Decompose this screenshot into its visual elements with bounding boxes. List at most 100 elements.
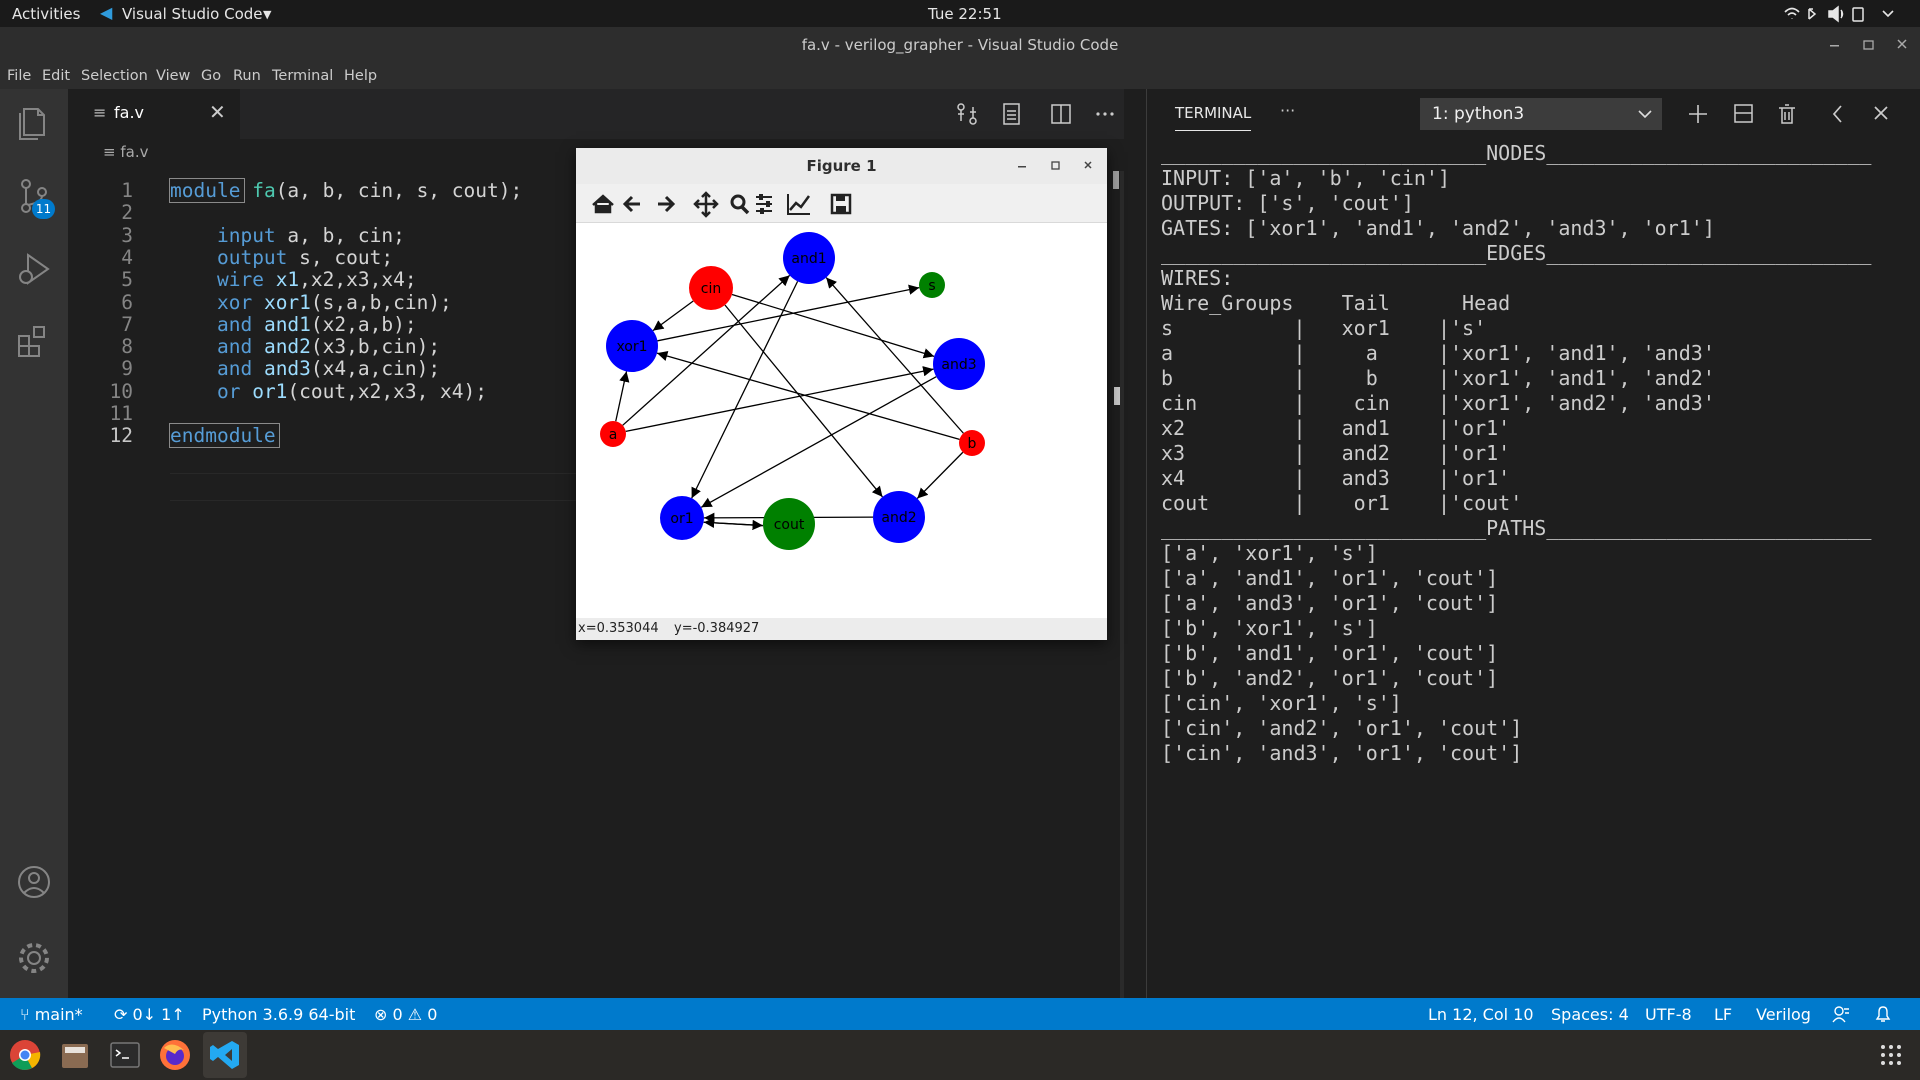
overview-ruler-cursor [1114, 387, 1120, 405]
notifications-bell-icon[interactable] [1875, 1006, 1891, 1022]
terminal-select[interactable]: 1: python3 [1420, 98, 1662, 130]
system-top-bar: Activities ◀ Visual Studio Code ▼ Tue 22… [0, 0, 1920, 27]
graph-node-label: and3 [941, 357, 976, 373]
file-lines-icon: ≡ [103, 143, 121, 161]
graph-edge-and1-or1 [691, 281, 799, 499]
split-editor-icon[interactable] [1051, 104, 1071, 124]
activity-bar: 11 [0, 89, 68, 998]
edit-axes-icon[interactable] [787, 194, 811, 215]
home-icon[interactable] [592, 194, 614, 214]
language-mode[interactable]: Verilog [1756, 1005, 1811, 1024]
pan-move-icon[interactable] [693, 191, 719, 218]
terminal-app-icon[interactable] [108, 1038, 142, 1072]
terminal-select-value: 1: python3 [1432, 104, 1525, 124]
sync-icon: ⟳ [114, 1005, 133, 1024]
new-terminal-icon[interactable] [1689, 105, 1707, 123]
menu-selection[interactable]: Selection [81, 68, 148, 84]
back-arrow-icon[interactable] [622, 195, 640, 213]
app-menu-label[interactable]: Visual Studio Code [122, 5, 263, 23]
breadcrumb[interactable]: ≡ fa.v [103, 143, 148, 161]
terminal-line: cout | or1 |'cout' [1161, 491, 1523, 515]
graph-node-label: b [968, 436, 977, 452]
active-tab-underline [1175, 130, 1251, 131]
system-tray-icons[interactable] [1783, 5, 1911, 23]
close-panel-icon[interactable] [1874, 106, 1888, 120]
figure-toolbar [576, 184, 1107, 223]
problems-indicator[interactable]: ⊗ 0 ⚠ 0 [374, 1005, 437, 1024]
figure-window-controls [1018, 161, 1092, 170]
firefox-icon[interactable] [158, 1038, 192, 1072]
end-of-line[interactable]: LF [1714, 1005, 1732, 1024]
vscode-dock-icon[interactable] [208, 1038, 242, 1072]
close-tab-icon[interactable]: ✕ [209, 100, 226, 124]
network-graph[interactable]: and1 s cin xor1 and3 a b or1 cout and2 [576, 222, 1107, 618]
system-menu-chevron-icon [1882, 10, 1894, 18]
kill-terminal-icon[interactable] [1779, 104, 1795, 124]
open-preview-icon[interactable] [1003, 103, 1020, 125]
split-terminal-icon[interactable] [1734, 104, 1753, 123]
zoom-icon[interactable] [730, 194, 750, 215]
graph-node-cin: cin [689, 266, 733, 310]
tab-fa-v[interactable]: ≡ fa.v ✕ [68, 89, 240, 139]
figure-status-bar: x=0.353044 y=-0.384927 [576, 618, 1107, 640]
chevron-left-icon[interactable] [1832, 105, 1842, 123]
terminal-line: ['cin', 'and2', 'or1', 'cout'] [1161, 716, 1523, 740]
graph-edge-and3-or1 [700, 376, 937, 508]
editor-scrollbar[interactable] [1120, 171, 1124, 998]
warning-icon: ⚠ [402, 1005, 428, 1024]
open-changes-icon[interactable] [957, 103, 977, 125]
figure-maximize-icon[interactable] [1051, 161, 1060, 170]
figure-title-bar[interactable]: Figure 1 [576, 148, 1107, 184]
sync-indicator[interactable]: ⟳ 0↓ 1↑ [114, 1005, 185, 1024]
settings-gear-icon[interactable] [14, 938, 54, 978]
figure-window[interactable]: Figure 1 and1 s cin xor1 and3 a b or1 cout and2 x… [576, 148, 1107, 640]
terminal-line: b | b |'xor1', 'and1', 'and2' [1161, 366, 1715, 390]
warning-count: 0 [427, 1005, 438, 1024]
explorer-icon[interactable] [14, 101, 54, 141]
files-icon[interactable] [58, 1038, 92, 1072]
accounts-icon[interactable] [14, 862, 54, 902]
taskbar-dock [0, 1030, 1920, 1080]
encoding[interactable]: UTF-8 [1645, 1005, 1692, 1024]
wifi-icon [1784, 7, 1800, 19]
minimap-slider[interactable] [1113, 171, 1119, 189]
cursor-x-readout: x=0.353044 [578, 621, 659, 636]
forward-arrow-icon[interactable] [658, 195, 676, 213]
extensions-icon[interactable] [14, 321, 54, 361]
chrome-icon[interactable] [8, 1038, 42, 1072]
menu-file[interactable]: File [7, 68, 31, 84]
graph-node-s: s [919, 272, 945, 298]
sync-counts: 0↓ 1↑ [132, 1005, 185, 1024]
more-actions-icon[interactable] [1096, 112, 1114, 116]
terminal-line: GATES: ['xor1', 'and1', 'and2', 'and3', … [1161, 216, 1715, 240]
figure-minimize-icon[interactable] [1018, 166, 1026, 168]
tab-terminal[interactable]: TERMINAL [1175, 104, 1251, 122]
menu-terminal[interactable]: Terminal [272, 68, 333, 84]
activities-button[interactable]: Activities [12, 5, 80, 23]
python-interpreter[interactable]: Python 3.6.9 64-bit [202, 1005, 355, 1024]
run-debug-icon[interactable] [14, 249, 54, 289]
menu-help[interactable]: Help [344, 68, 377, 84]
menu-edit[interactable]: Edit [42, 68, 70, 84]
figure-close-icon[interactable] [1084, 161, 1092, 169]
save-figure-icon[interactable] [830, 193, 852, 215]
graph-edge-cin-xor1 [652, 300, 694, 332]
feedback-icon[interactable] [1832, 1006, 1849, 1023]
cursor-position[interactable]: Ln 12, Col 10 [1428, 1005, 1534, 1024]
terminal-line: ['cin', 'xor1', 's'] [1161, 691, 1402, 715]
app-grid-icon[interactable] [1880, 1044, 1902, 1066]
window-title: fa.v - verilog_grapher - Visual Studio C… [801, 36, 1119, 54]
menu-view[interactable]: View [156, 68, 190, 84]
indentation[interactable]: Spaces: 4 [1551, 1005, 1629, 1024]
panel-more-icon[interactable]: ··· [1280, 101, 1295, 120]
clock[interactable]: Tue 22:51 [928, 5, 1002, 23]
app-menu-chevron-icon[interactable]: ▼ [263, 8, 271, 21]
branch-indicator[interactable]: ⑂ main* [20, 1005, 83, 1024]
window-controls [1830, 39, 1907, 50]
menu-go[interactable]: Go [201, 68, 221, 84]
graph-node-label: and1 [791, 251, 826, 267]
menu-run[interactable]: Run [233, 68, 261, 84]
configure-subplots-icon[interactable] [756, 194, 772, 214]
terminal-line: ['a', 'and1', 'or1', 'cout'] [1161, 566, 1499, 590]
terminal-output[interactable]: ___________________________NODES________… [1161, 141, 1911, 766]
